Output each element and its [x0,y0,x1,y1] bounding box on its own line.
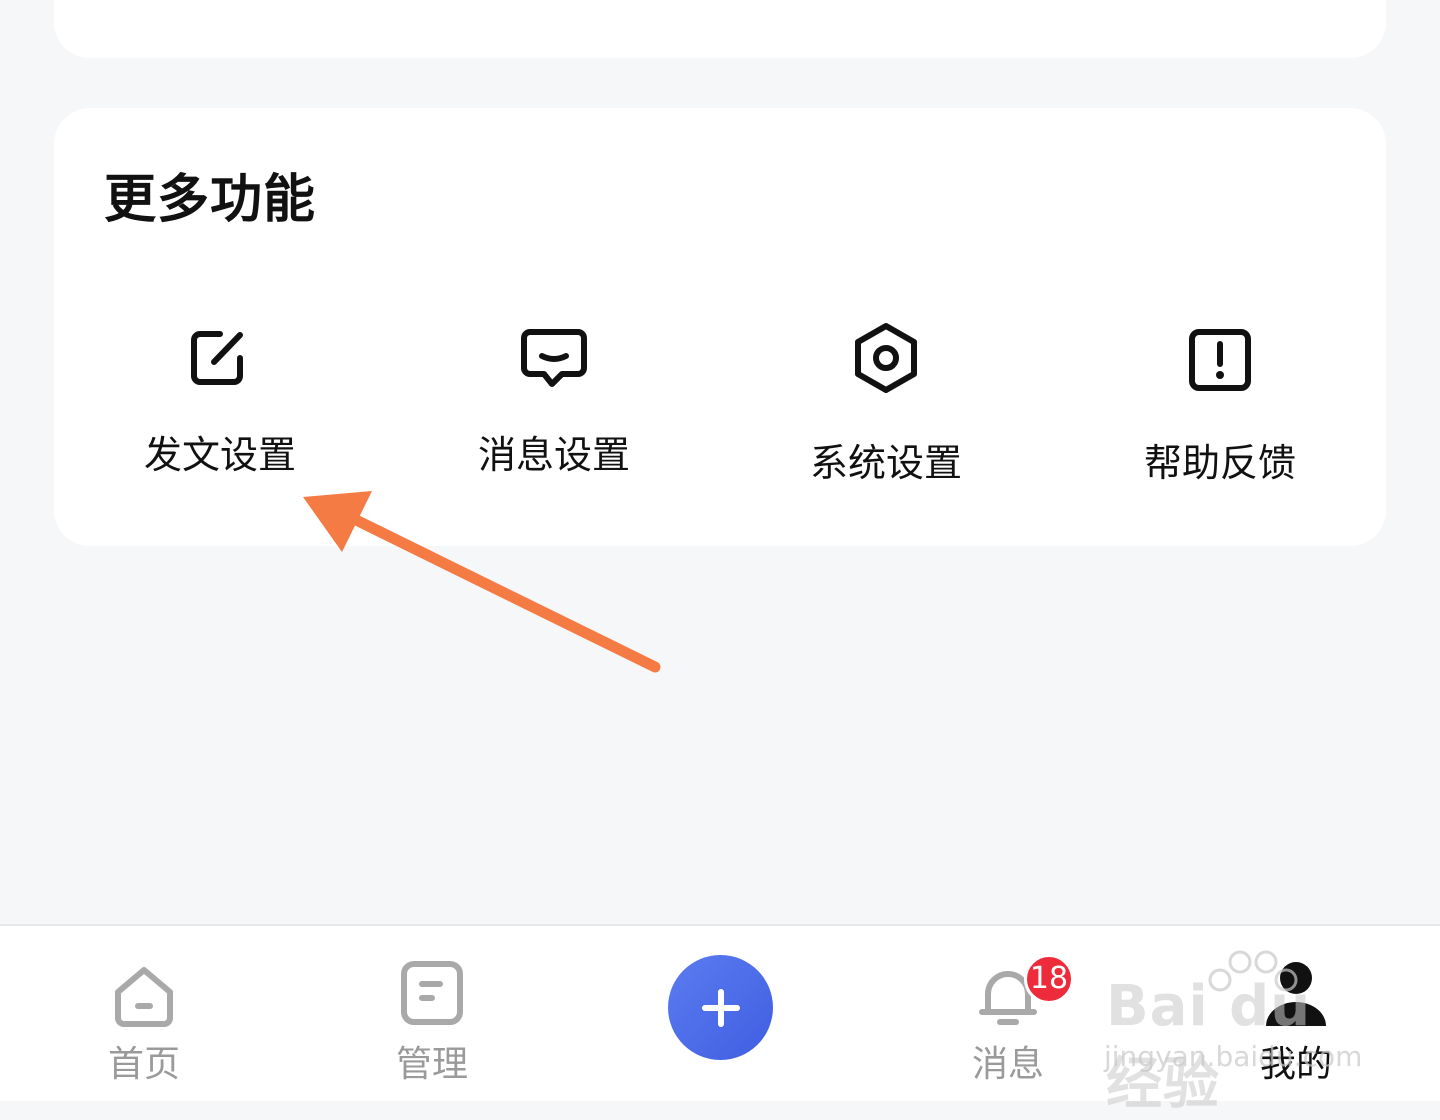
tab-home-label: 首页 [107,1044,180,1085]
system-settings-label: 系统设置 [809,441,962,485]
edit-square-icon [191,331,243,385]
tab-messages[interactable]: 18 消息 [928,954,1088,1096]
tab-manage-label: 管理 [395,1044,468,1085]
watermark-url: jingyan.baidu.com [1104,1040,1363,1073]
message-settings-label: 消息设置 [477,433,630,477]
tab-manage[interactable]: 管理 [352,956,512,1096]
post-settings-item[interactable]: 发文设置 [110,318,330,498]
hexagon-gear-icon [855,323,917,393]
tab-messages-label: 消息 [971,1044,1044,1085]
section-title: 更多功能 [104,170,317,230]
message-bubble-icon [521,329,587,387]
document-list-icon [401,961,463,1025]
more-features-card: 更多功能 发文设置 消息设置 系统设置 帮助反馈 [54,108,1386,546]
help-feedback-item[interactable]: 帮助反馈 [1110,318,1330,498]
post-settings-label: 发文设置 [143,433,296,477]
baidu-jingyan-watermark: Bai du 经验 jingyan.baidu.com [1100,940,1370,1117]
tab-home[interactable]: 首页 [64,956,224,1096]
home-icon [115,967,173,1027]
unread-badge: 18 [1024,954,1074,1004]
top-card [54,0,1386,58]
plus-icon [701,988,740,1027]
create-post-button[interactable] [668,955,773,1060]
help-feedback-label: 帮助反馈 [1143,441,1296,485]
system-settings-item[interactable]: 系统设置 [776,318,996,498]
exclamation-square-icon [1189,329,1251,391]
message-settings-item[interactable]: 消息设置 [444,318,664,498]
